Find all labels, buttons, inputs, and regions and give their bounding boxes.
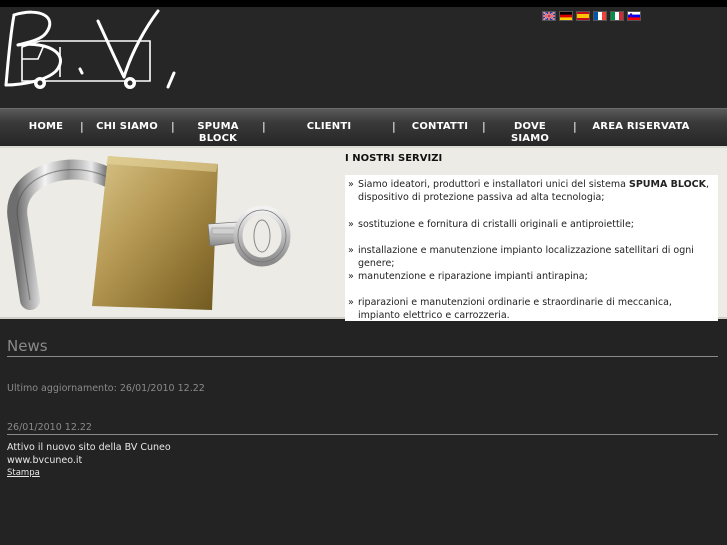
flag-france-icon[interactable] <box>593 11 607 21</box>
bv-logo[interactable] <box>0 7 180 97</box>
bullet-icon: » <box>348 271 354 282</box>
bullet-icon: » <box>348 219 354 230</box>
bullet-icon: » <box>348 245 354 256</box>
nav-spuma-block[interactable]: SPUMA BLOCK <box>193 121 243 145</box>
news-divider <box>7 356 718 357</box>
flag-germany-icon[interactable] <box>559 11 573 21</box>
news-entry-line: Attivo il nuovo sito della BV Cuneo <box>7 442 171 453</box>
flag-uk-icon[interactable] <box>542 11 556 21</box>
nav-clienti[interactable]: CLIENTI <box>300 121 358 133</box>
nav-separator: | <box>262 120 266 133</box>
padlock-image <box>7 156 291 310</box>
news-entry-divider <box>7 434 718 435</box>
service-text: installazione e manutenzione impianto lo… <box>358 245 694 269</box>
news-entry-line: www.bvcuneo.it <box>7 455 83 466</box>
service-item: » Siamo ideatori, produttori e installat… <box>348 178 713 204</box>
top-strip <box>0 0 727 7</box>
nav-separator: | <box>80 120 84 133</box>
bullet-icon: » <box>348 179 354 190</box>
nav-separator: | <box>392 120 396 133</box>
services-banner: I NOSTRI SERVIZI » Siamo ideatori, produ… <box>0 146 727 321</box>
services-list: » Siamo ideatori, produttori e installat… <box>345 175 718 321</box>
print-link[interactable]: Stampa <box>7 468 40 478</box>
service-text: riparazioni e manutenzioni ordinarie e s… <box>358 297 672 321</box>
service-text: Siamo ideatori, produttori e installator… <box>358 179 629 190</box>
nav-home[interactable]: HOME <box>24 121 68 133</box>
service-text: sostituzione e fornitura di cristalli or… <box>358 219 634 230</box>
flag-slovenia-icon[interactable] <box>627 11 641 21</box>
last-updated: Ultimo aggiornamento: 26/01/2010 12.22 <box>7 383 205 394</box>
flag-italy-icon[interactable] <box>610 11 624 21</box>
service-text: manutenzione e riparazione impianti anti… <box>358 271 588 282</box>
nav-chi-siamo[interactable]: CHI SIAMO <box>96 121 158 133</box>
nav-dove-siamo[interactable]: DOVE SIAMO <box>494 121 566 145</box>
service-brand: SPUMA BLOCK <box>628 179 706 190</box>
news-title: News <box>7 337 48 355</box>
flag-spain-icon[interactable] <box>576 11 590 21</box>
service-item: » installazione e manutenzione impianto … <box>348 244 713 270</box>
nav-contatti[interactable]: CONTATTI <box>410 121 470 133</box>
main-nav: HOME | CHI SIAMO | SPUMA BLOCK | CLIENTI… <box>0 108 727 146</box>
services-title: I NOSTRI SERVIZI <box>345 153 443 164</box>
nav-separator: | <box>573 120 577 133</box>
nav-separator: | <box>171 120 175 133</box>
nav-area-riservata[interactable]: AREA RISERVATA <box>592 121 690 133</box>
service-item: » riparazioni e manutenzioni ordinarie e… <box>348 296 713 321</box>
service-item: » manutenzione e riparazione impianti an… <box>348 270 713 283</box>
language-flags <box>542 11 641 21</box>
service-item: » sostituzione e fornitura di cristalli … <box>348 218 713 231</box>
header <box>0 7 727 108</box>
news-entry-body: Attivo il nuovo sito della BV Cuneo www.… <box>7 441 171 467</box>
news-entry-date: 26/01/2010 12.22 <box>7 422 92 433</box>
nav-separator: | <box>482 120 486 133</box>
bullet-icon: » <box>348 297 354 308</box>
